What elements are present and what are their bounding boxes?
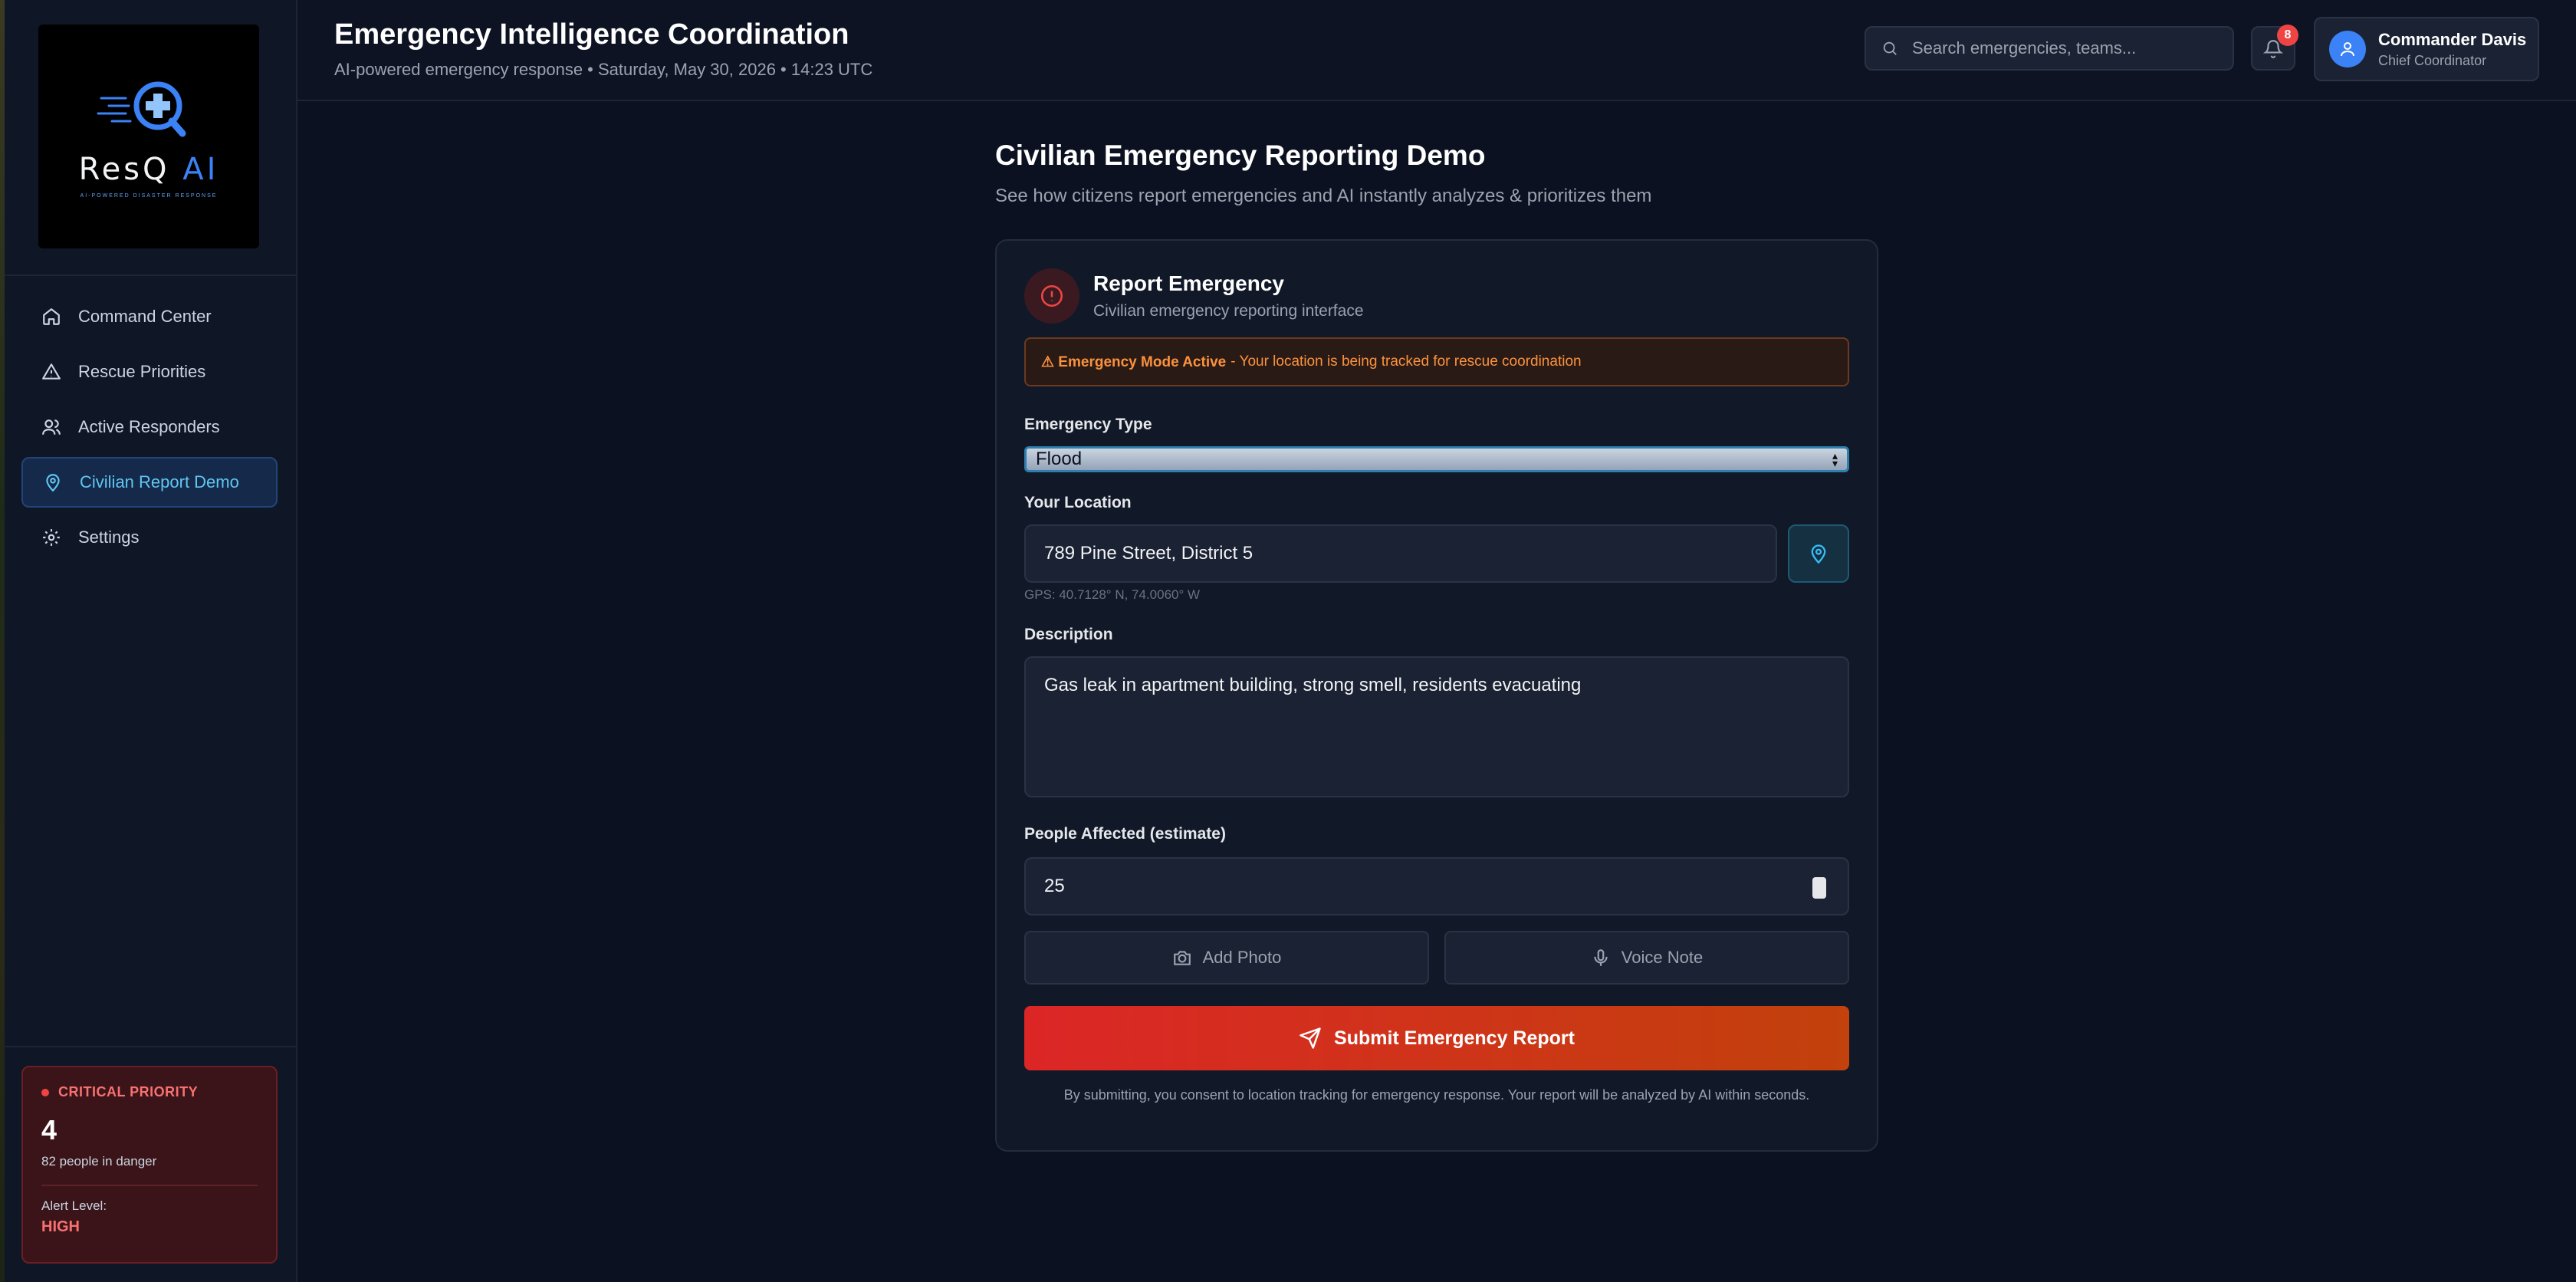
emergency-type-label: Emergency Type (1024, 416, 1152, 433)
location-value: 789 Pine Street, District 5 (1044, 543, 1254, 564)
sidebar-item-civilian-report-demo[interactable]: Civilian Report Demo (21, 457, 278, 508)
critical-priority-card[interactable]: CRITICAL PRIORITY 4 82 people in danger … (21, 1066, 278, 1264)
notification-badge: 8 (2277, 25, 2298, 46)
section-title: Civilian Emergency Reporting Demo (995, 140, 1486, 171)
use-gps-button[interactable] (1788, 524, 1849, 583)
select-arrows-icon: ▴ ▾ (1832, 449, 1838, 469)
gear-icon (40, 526, 63, 549)
window-edge (0, 0, 5, 1282)
emergency-type-select[interactable]: Flood ▴ ▾ (1024, 446, 1849, 472)
form-subtitle: Civilian emergency reporting interface (1093, 302, 1364, 320)
user-menu[interactable]: Commander Davis Chief Coordinator (2314, 17, 2539, 81)
location-input[interactable]: 789 Pine Street, District 5 (1024, 524, 1777, 583)
home-icon (40, 305, 63, 328)
status-dot-icon (41, 1088, 49, 1096)
page-title: Emergency Intelligence Coordination (334, 18, 849, 51)
alert-circle-icon (1024, 268, 1079, 324)
sidebar: ResQ AI AI-POWERED DISASTER RESPONSE Com… (0, 0, 297, 1282)
card-header: Report Emergency Civilian emergency repo… (1024, 268, 1364, 324)
search-input[interactable] (1912, 38, 2219, 58)
section-subtitle: See how citizens report emergencies and … (995, 186, 1652, 206)
location-label: Your Location (1024, 494, 1132, 511)
banner-text: - Your location is being tracked for res… (1230, 353, 1582, 370)
map-pin-icon (41, 471, 64, 494)
people-affected-input[interactable]: 25 (1024, 857, 1849, 915)
description-label: Description (1024, 626, 1113, 643)
add-photo-button[interactable]: Add Photo (1024, 931, 1429, 985)
warning-triangle-icon (40, 360, 63, 383)
submit-label: Submit Emergency Report (1334, 1027, 1575, 1049)
description-value: Gas leak in apartment building, strong s… (1044, 675, 1582, 695)
map-pin-icon (1811, 544, 1826, 564)
form-title: Report Emergency (1093, 271, 1284, 295)
emergency-mode-banner: ⚠ Emergency Mode Active - Your location … (1024, 337, 1849, 386)
sidebar-item-label: Active Responders (78, 417, 220, 436)
camera-icon (1172, 948, 1192, 968)
sidebar-item-label: Civilian Report Demo (80, 472, 239, 491)
user-role: Chief Coordinator (2378, 52, 2487, 68)
alert-level-label: Alert Level: (41, 1198, 107, 1213)
voice-note-button[interactable]: Voice Note (1444, 931, 1849, 985)
voice-note-label: Voice Note (1621, 948, 1704, 967)
report-form-card: Report Emergency Civilian emergency repo… (995, 239, 1878, 1152)
search-box[interactable] (1865, 26, 2234, 71)
card-divider (41, 1185, 258, 1186)
avatar (2329, 31, 2366, 67)
logo-mark-icon (97, 81, 186, 136)
people-affected-label: People Affected (estimate) (1024, 825, 1226, 843)
sidebar-item-label: Rescue Priorities (78, 362, 206, 381)
consent-text: By submitting, you consent to location t… (1063, 1087, 1810, 1103)
page-subtitle: AI-powered emergency response • Saturday… (334, 60, 873, 79)
submit-report-button[interactable]: Submit Emergency Report (1024, 1006, 1849, 1070)
number-stepper-icon[interactable] (1812, 877, 1826, 899)
send-icon (1299, 1027, 1322, 1050)
user-name: Commander Davis (2378, 29, 2527, 49)
sidebar-nav: Command Center Rescue Priorities Active … (21, 291, 278, 567)
microphone-icon (1591, 948, 1611, 968)
sidebar-item-rescue-priorities[interactable]: Rescue Priorities (21, 347, 278, 397)
logo-wordmark: ResQ AI (78, 151, 219, 187)
user-icon (2341, 42, 2354, 57)
alert-level-value: HIGH (41, 1218, 80, 1235)
users-icon (40, 416, 63, 439)
banner-bold-text: ⚠ Emergency Mode Active (1041, 353, 1227, 370)
description-textarea[interactable]: Gas leak in apartment building, strong s… (1024, 656, 1849, 797)
add-photo-label: Add Photo (1202, 948, 1282, 967)
notifications-button[interactable]: 8 (2251, 25, 2298, 71)
sidebar-divider (5, 274, 296, 276)
app-logo[interactable]: ResQ AI AI-POWERED DISASTER RESPONSE (38, 25, 259, 248)
critical-count: 4 (41, 1114, 58, 1146)
people-affected-value: 25 (1044, 876, 1065, 896)
sidebar-item-settings[interactable]: Settings (21, 512, 278, 563)
search-icon (1881, 40, 1898, 57)
sidebar-item-active-responders[interactable]: Active Responders (21, 402, 278, 452)
sidebar-item-label: Command Center (78, 307, 212, 326)
sidebar-item-command-center[interactable]: Command Center (21, 291, 278, 342)
sidebar-divider (5, 1046, 296, 1047)
people-in-danger: 82 people in danger (41, 1154, 157, 1169)
sidebar-item-label: Settings (78, 528, 140, 547)
logo-tagline: AI-POWERED DISASTER RESPONSE (80, 192, 218, 199)
selected-value: Flood (1036, 449, 1083, 469)
gps-coordinates: GPS: 40.7128° N, 74.0060° W (1024, 587, 1201, 602)
critical-priority-label: CRITICAL PRIORITY (41, 1084, 258, 1100)
top-header: Emergency Intelligence Coordination AI-p… (297, 0, 2576, 101)
